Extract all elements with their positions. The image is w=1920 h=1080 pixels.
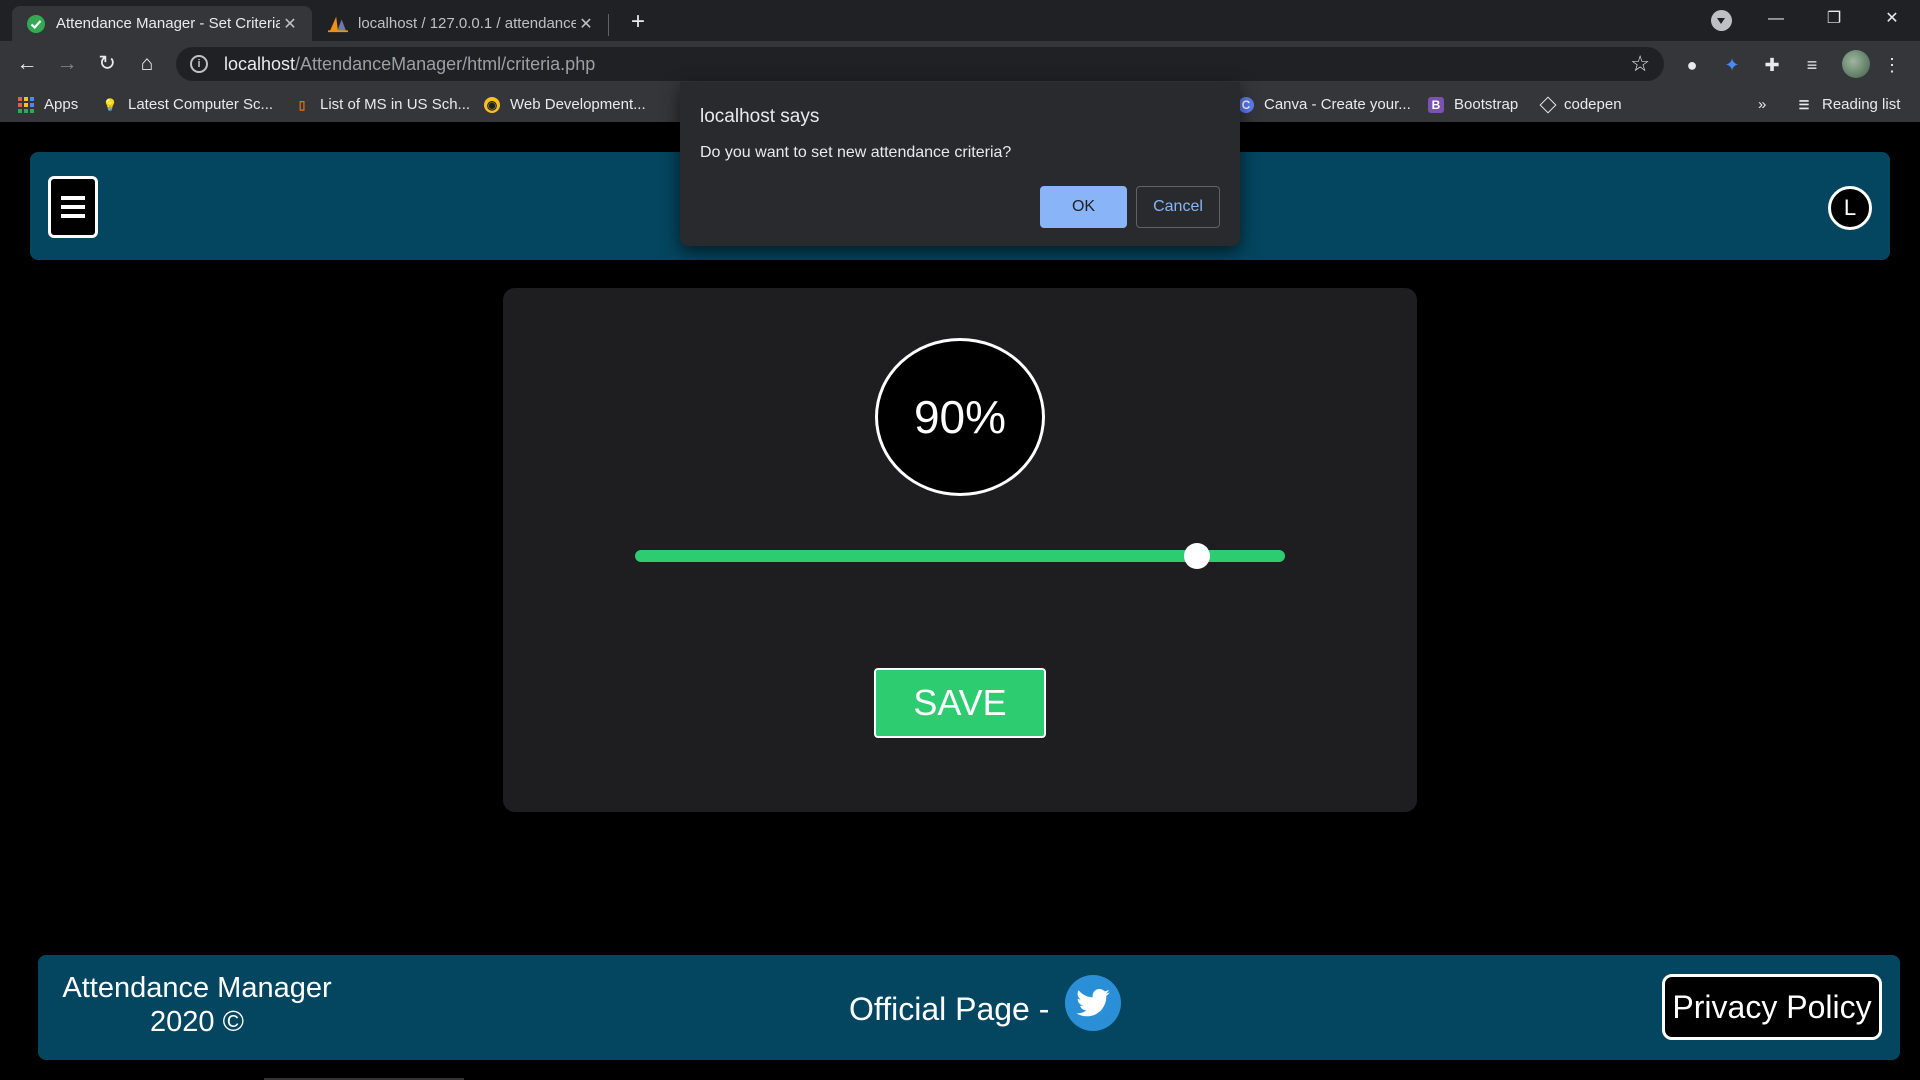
- footer-brand-name: Attendance Manager: [62, 972, 332, 1004]
- extension-icon[interactable]: ✦: [1720, 53, 1744, 77]
- criteria-percent-display: 90%: [875, 338, 1045, 496]
- codepen-icon: [1539, 96, 1557, 113]
- globe-icon: ◉: [484, 96, 500, 113]
- ok-button[interactable]: OK: [1040, 186, 1127, 228]
- tab-divider: [608, 14, 609, 36]
- bookmark-bootstrap[interactable]: B Bootstrap: [1428, 87, 1518, 122]
- address-bar[interactable]: i localhost/AttendanceManager/html/crite…: [176, 47, 1664, 81]
- hamburger-menu-button[interactable]: [48, 176, 98, 238]
- bookmark-canva[interactable]: C Canva - Create your...: [1238, 87, 1411, 122]
- media-controls-icon[interactable]: ≡: [1800, 53, 1824, 77]
- bookmark-icon: ▯: [298, 97, 306, 112]
- bookmark-label: List of MS in US Sch...: [320, 96, 471, 113]
- logout-button[interactable]: L: [1828, 186, 1872, 230]
- bootstrap-icon: B: [1428, 96, 1444, 113]
- close-tab-icon[interactable]: ✕: [576, 14, 596, 34]
- tab-phpmyadmin[interactable]: localhost / 127.0.0.1 / attendance ✕: [314, 6, 608, 41]
- restore-button[interactable]: ❐: [1806, 0, 1862, 40]
- browser-toolbar: ← → ↻ ⌂ i localhost/AttendanceManager/ht…: [0, 41, 1920, 87]
- footer-brand: Attendance Manager 2020 ©: [56, 971, 338, 1039]
- close-tab-icon[interactable]: ✕: [280, 14, 300, 34]
- extension-icon[interactable]: ●: [1680, 53, 1704, 77]
- slider-thumb[interactable]: [1184, 543, 1211, 569]
- url-path: /AttendanceManager/html/criteria.php: [295, 53, 596, 74]
- puzzle-extensions-icon[interactable]: ✚: [1760, 53, 1784, 77]
- bookmark-label: Web Development...: [510, 96, 646, 113]
- bookmark-label: Bootstrap: [1454, 96, 1519, 113]
- new-tab-button[interactable]: +: [624, 8, 652, 36]
- criteria-slider[interactable]: [635, 543, 1285, 569]
- bookmarks-overflow-button[interactable]: »: [1758, 87, 1766, 122]
- bookmark-label: Apps: [44, 96, 79, 113]
- cancel-button[interactable]: Cancel: [1136, 186, 1220, 228]
- bulb-icon: 💡: [102, 97, 118, 112]
- forward-icon[interactable]: →: [52, 49, 82, 79]
- reload-icon[interactable]: ↻: [92, 49, 122, 79]
- bookmark-codepen[interactable]: codepen: [1539, 87, 1622, 122]
- bookmark-label: Latest Computer Sc...: [128, 96, 274, 113]
- canva-icon: C: [1238, 96, 1254, 113]
- check-circle-icon: [26, 14, 46, 34]
- alert-dialog: localhost says Do you want to set new at…: [680, 82, 1240, 246]
- bookmark-web-dev[interactable]: ◉ Web Development...: [484, 87, 646, 122]
- close-window-button[interactable]: ✕: [1864, 0, 1920, 40]
- twitter-icon[interactable]: [1065, 975, 1121, 1031]
- footer-copyright: 2020 ©: [150, 1006, 244, 1038]
- criteria-card: 90% SAVE: [503, 288, 1417, 812]
- tab-title: localhost / 127.0.0.1 / attendance: [358, 15, 576, 32]
- dialog-message: Do you want to set new attendance criter…: [700, 144, 1012, 161]
- bookmark-latest-cs[interactable]: 💡 Latest Computer Sc...: [102, 87, 274, 122]
- browser-menu-icon[interactable]: ⋮: [1880, 53, 1904, 77]
- dialog-title: localhost says: [700, 106, 820, 127]
- bookmark-apps[interactable]: Apps: [18, 87, 78, 122]
- site-info-icon[interactable]: i: [190, 55, 208, 73]
- official-page-label: Official Page -: [849, 991, 1050, 1027]
- reading-list-label: Reading list: [1822, 96, 1901, 113]
- site-footer: Attendance Manager 2020 © Official Page …: [38, 955, 1900, 1060]
- tab-title: Attendance Manager - Set Criteria: [56, 15, 280, 32]
- minimize-button[interactable]: —: [1748, 0, 1804, 40]
- reading-list-icon: ☰: [1798, 97, 1810, 112]
- reading-list-button[interactable]: ☰ Reading list: [1796, 87, 1901, 122]
- save-button[interactable]: SAVE: [874, 668, 1046, 738]
- page-content: L 90% SAVE Attendance Manager 2020 © Off…: [0, 122, 1920, 1080]
- bookmark-star-icon[interactable]: ☆: [1630, 51, 1650, 77]
- browser-tabstrip: Attendance Manager - Set Criteria ✕ loca…: [0, 0, 1920, 41]
- tab-search-icon[interactable]: [1711, 10, 1732, 31]
- bookmark-label: codepen: [1564, 96, 1622, 113]
- bookmark-ms-us[interactable]: ▯ List of MS in US Sch...: [294, 87, 470, 122]
- profile-avatar[interactable]: [1842, 50, 1870, 78]
- privacy-policy-button[interactable]: Privacy Policy: [1662, 974, 1882, 1040]
- back-icon[interactable]: ←: [12, 49, 42, 79]
- url-host: localhost: [224, 53, 296, 74]
- tab-attendance-manager[interactable]: Attendance Manager - Set Criteria ✕: [12, 6, 312, 41]
- home-icon[interactable]: ⌂: [132, 49, 162, 79]
- apps-grid-icon: [18, 96, 34, 113]
- bookmark-label: Canva - Create your...: [1264, 96, 1411, 113]
- phpmyadmin-sail-icon: [328, 14, 348, 34]
